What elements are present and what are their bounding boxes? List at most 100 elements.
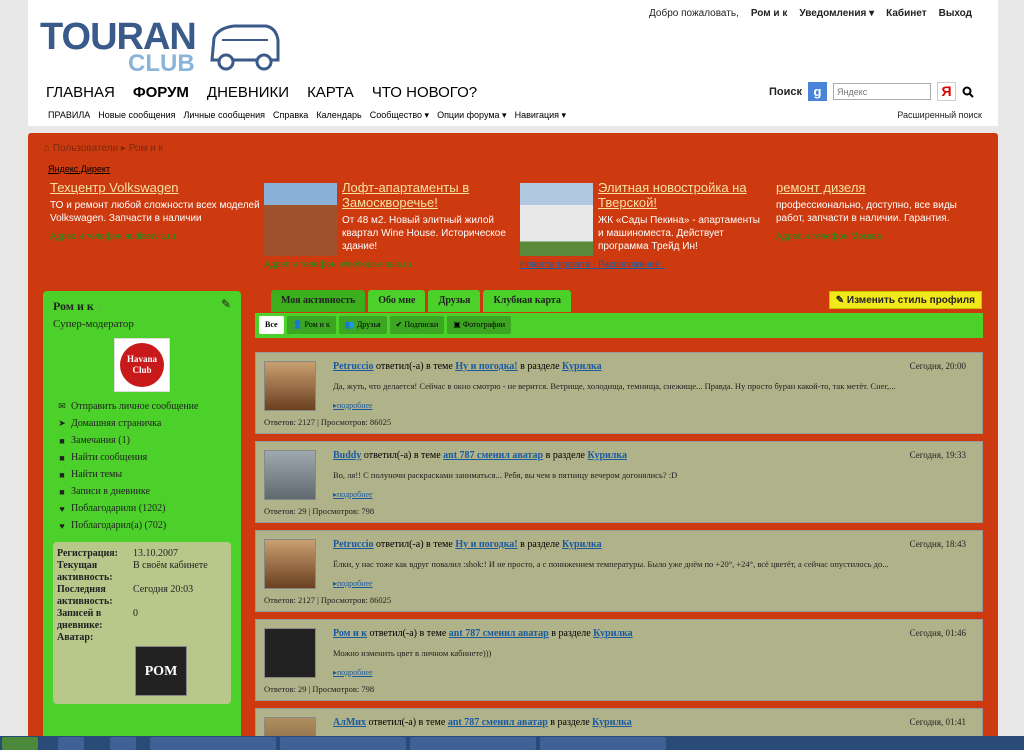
- taskbar-app[interactable]: [110, 737, 136, 750]
- ad-description: ТО и ремонт любой сложности всех моделей…: [50, 200, 260, 224]
- post-topic-link[interactable]: Ну и погодка!: [455, 361, 517, 372]
- subnav-calendar[interactable]: Календарь: [316, 110, 361, 121]
- profile-links: ✉ Отправить личное сообщение ➤ Домашняя ст…: [53, 398, 231, 534]
- post-topic-link[interactable]: ant 787 сменил аватар: [449, 628, 549, 639]
- filter-all[interactable]: Все: [259, 316, 284, 334]
- ad-image[interactable]: [264, 183, 337, 256]
- post-avatar[interactable]: [264, 628, 316, 678]
- search-input[interactable]: [833, 83, 931, 100]
- subnav-forum-options[interactable]: Опции форума ▾: [437, 110, 507, 121]
- ad-title[interactable]: ремонт дизеля: [776, 180, 976, 195]
- post-section-link[interactable]: Курилка: [562, 361, 602, 372]
- ad-url[interactable]: Адрес и телефон winehouse-hals.ru: [264, 259, 509, 269]
- profile-link[interactable]: ■ Записи в дневнике: [53, 483, 231, 500]
- touran-club-logo[interactable]: TOURAN CLUB: [40, 14, 280, 77]
- username-link[interactable]: Ром и к: [751, 8, 788, 19]
- breadcrumb-current: Ром и к: [128, 143, 163, 154]
- ad-block[interactable]: Элитная новостройка на Тверской! ЖК «Сад…: [520, 180, 765, 269]
- edit-pencil-icon[interactable]: ✎: [221, 297, 231, 311]
- ad-title[interactable]: Элитная новостройка на Тверской!: [598, 180, 765, 210]
- profile-link[interactable]: ♥ Поблагодарил(а) (702): [53, 517, 231, 534]
- windows-taskbar: [0, 736, 1024, 750]
- tab-my-activity[interactable]: Моя активность: [271, 290, 366, 312]
- site-header: TOURAN CLUB Добро пожаловать, Ром и к Ув…: [28, 0, 998, 126]
- post-section-link[interactable]: Курилка: [593, 628, 633, 639]
- cabinet-link[interactable]: Кабинет: [886, 8, 926, 19]
- ad-block[interactable]: Лофт-апартаменты в Замоскворечье! От 48 …: [264, 180, 509, 269]
- post-user-link[interactable]: АлМих: [333, 717, 366, 728]
- yandex-search-icon[interactable]: Я: [937, 82, 956, 101]
- profile-link[interactable]: ➤ Домашняя страничка: [53, 415, 231, 432]
- post-user-link[interactable]: Petruccio: [333, 539, 374, 550]
- search-label: Поиск: [768, 85, 802, 98]
- taskbar-app[interactable]: [540, 737, 666, 750]
- post-user-link[interactable]: Petruccio: [333, 361, 374, 372]
- activity-filter-bar: Все 👤 Ром и к 👥 Друзья ✔ Подписки ▣ Фото…: [255, 313, 983, 338]
- nav-whats-new[interactable]: ЧТО НОВОГО?: [372, 84, 477, 101]
- google-search-icon[interactable]: g: [808, 82, 827, 101]
- start-button[interactable]: [2, 737, 38, 750]
- tab-friends[interactable]: Друзья: [428, 290, 481, 312]
- change-profile-style-button[interactable]: ✎ Изменить стиль профиля: [828, 291, 982, 309]
- yandex-direct-link[interactable]: Яндекс.Директ: [48, 164, 110, 174]
- filter-user[interactable]: 👤 Ром и к: [286, 316, 336, 334]
- activity-post: Buddy ответил(-а) в теме ant 787 сменил …: [255, 441, 983, 523]
- ad-url[interactable]: Адрес и телефон audiservis.ru: [50, 231, 260, 241]
- ad-image[interactable]: [520, 183, 593, 256]
- tab-club-card[interactable]: Клубная карта: [483, 290, 571, 312]
- home-icon[interactable]: ⌂: [44, 143, 50, 154]
- subnav-new-posts[interactable]: Новые сообщения: [98, 110, 175, 121]
- profile-link[interactable]: ♥ Поблагодарили (1202): [53, 500, 231, 517]
- filter-subscriptions[interactable]: ✔ Подписки: [389, 316, 445, 334]
- subnav-navigation[interactable]: Навигация ▾: [515, 110, 566, 121]
- sub-nav: ПРАВИЛА Новые сообщения Личные сообщения…: [48, 110, 566, 121]
- post-excerpt: Да, жуть, что делается! Сейчас в окно см…: [333, 381, 896, 391]
- logout-link[interactable]: Выход: [939, 8, 972, 19]
- post-section-link[interactable]: Курилка: [592, 717, 632, 728]
- profile-link[interactable]: ■ Найти темы: [53, 466, 231, 483]
- subnav-help[interactable]: Справка: [273, 110, 308, 121]
- post-user-link[interactable]: Ром и к: [333, 628, 367, 639]
- notifications-menu[interactable]: Уведомления ▾: [799, 8, 874, 19]
- subnav-community[interactable]: Сообщество ▾: [370, 110, 429, 121]
- post-more-link[interactable]: ▸подробнее: [333, 579, 373, 588]
- ad-url[interactable]: Новости проекта · Расположение ·: [520, 259, 765, 269]
- subnav-rules[interactable]: ПРАВИЛА: [48, 110, 90, 121]
- taskbar-app[interactable]: [410, 737, 536, 750]
- nav-home[interactable]: ГЛАВНАЯ: [46, 84, 115, 101]
- ad-title[interactable]: Лофт-апартаменты в Замоскворечье!: [342, 180, 509, 210]
- taskbar-app[interactable]: [280, 737, 406, 750]
- post-more-link[interactable]: ▸подробнее: [333, 668, 373, 677]
- search-icon[interactable]: [962, 86, 974, 98]
- subnav-private-messages[interactable]: Личные сообщения: [183, 110, 265, 121]
- profile-link[interactable]: ✉ Отправить личное сообщение: [53, 398, 231, 415]
- tab-about-me[interactable]: Обо мне: [368, 290, 426, 312]
- ad-block[interactable]: Техцентр Volkswagen ТО и ремонт любой сл…: [50, 180, 260, 241]
- post-section-link[interactable]: Курилка: [587, 450, 627, 461]
- post-avatar[interactable]: [264, 450, 316, 500]
- post-section-link[interactable]: Курилка: [562, 539, 602, 550]
- post-topic-link[interactable]: ant 787 сменил аватар: [443, 450, 543, 461]
- taskbar-app[interactable]: [150, 737, 276, 750]
- nav-forum[interactable]: ФОРУМ: [133, 84, 189, 101]
- advanced-search-link[interactable]: Расширенный поиск: [897, 110, 982, 120]
- post-topic-link[interactable]: ant 787 сменил аватар: [448, 717, 548, 728]
- post-user-link[interactable]: Buddy: [333, 450, 361, 461]
- post-more-link[interactable]: ▸подробнее: [333, 490, 373, 499]
- post-avatar[interactable]: [264, 539, 316, 589]
- filter-friends[interactable]: 👥 Друзья: [338, 316, 387, 334]
- ad-title[interactable]: Техцентр Volkswagen: [50, 180, 260, 195]
- logo-subtext: CLUB: [128, 50, 195, 77]
- nav-map[interactable]: КАРТА: [307, 84, 354, 101]
- nav-diaries[interactable]: ДНЕВНИКИ: [207, 84, 289, 101]
- filter-photos[interactable]: ▣ Фотографии: [447, 316, 512, 334]
- post-avatar[interactable]: [264, 361, 316, 411]
- post-topic-link[interactable]: Ну и погодка!: [455, 539, 517, 550]
- profile-link[interactable]: ■ Найти сообщения: [53, 449, 231, 466]
- breadcrumb-users[interactable]: Пользователи: [53, 143, 118, 154]
- post-more-link[interactable]: ▸подробнее: [333, 401, 373, 410]
- ad-block[interactable]: ремонт дизеля профессионально, доступно,…: [776, 180, 976, 241]
- taskbar-app[interactable]: [58, 737, 84, 750]
- ad-url[interactable]: Адрес и телефон Москва: [776, 231, 976, 241]
- profile-link[interactable]: ■ Замечания (1): [53, 432, 231, 449]
